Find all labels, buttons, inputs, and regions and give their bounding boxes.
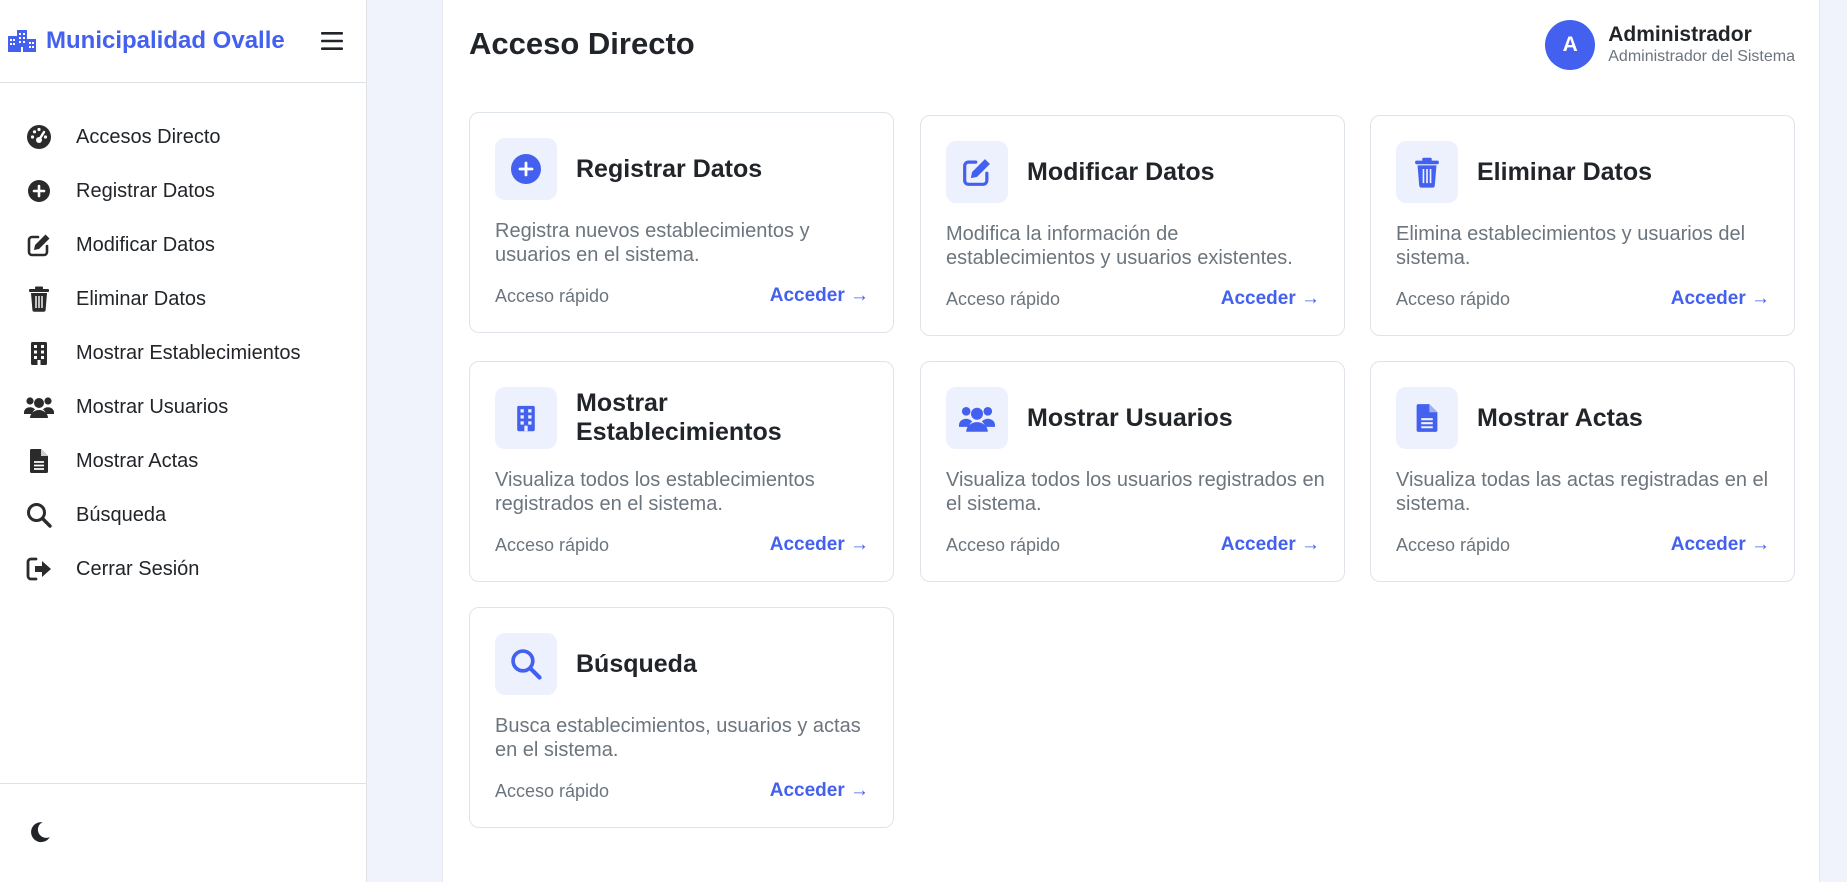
card-title: Mostrar Usuarios bbox=[1027, 403, 1233, 432]
card-registrar-datos[interactable]: Registrar Datos Registra nuevos establec… bbox=[469, 112, 894, 333]
acceder-link[interactable]: Acceder → bbox=[770, 285, 869, 307]
trash-icon bbox=[1396, 141, 1458, 203]
trash-icon bbox=[24, 284, 54, 314]
card-meta: Acceso rápido bbox=[1396, 288, 1511, 309]
card-footer: Acceso rápido Acceder → bbox=[946, 288, 1320, 310]
card-meta: Acceso rápido bbox=[946, 288, 1061, 309]
card-description: Modifica la información de establecimien… bbox=[946, 223, 1293, 269]
card-footer: Acceso rápido Acceder → bbox=[1396, 288, 1770, 310]
card-description: Visualiza todos los establecimientos reg… bbox=[495, 469, 815, 515]
sidebar-item-accesos-directo[interactable]: Accesos Directo bbox=[0, 110, 366, 164]
sidebar-item-label: Accesos Directo bbox=[76, 125, 221, 148]
card-description: Visualiza todas las actas registradas en… bbox=[1396, 469, 1769, 515]
brand-title[interactable]: Municipalidad Ovalle bbox=[46, 27, 320, 55]
card-mostrar-usuarios[interactable]: Mostrar Usuarios Visualiza todos los usu… bbox=[920, 361, 1345, 582]
sidebar-item-label: Registrar Datos bbox=[76, 179, 215, 202]
card-header: Mostrar Actas bbox=[1396, 387, 1767, 449]
users-icon bbox=[946, 387, 1008, 449]
card-footer: Acceso rápido Acceder → bbox=[495, 534, 869, 556]
dashboard-icon bbox=[24, 122, 54, 152]
card-footer: Acceso rápido Acceder → bbox=[1396, 534, 1770, 556]
menu-toggle-icon[interactable] bbox=[320, 29, 346, 53]
user-profile[interactable]: A Administrador Administrador del Sistem… bbox=[1545, 20, 1795, 70]
card-meta: Acceso rápido bbox=[495, 780, 610, 801]
card-footer: Acceso rápido Acceder → bbox=[946, 534, 1320, 556]
sidebar-item-eliminar-datos[interactable]: Eliminar Datos bbox=[0, 272, 366, 326]
sidebar-item-registrar-datos[interactable]: Registrar Datos bbox=[0, 164, 366, 218]
acceder-link[interactable]: Acceder → bbox=[1221, 534, 1320, 556]
card-header: Registrar Datos bbox=[495, 138, 866, 200]
building-icon bbox=[495, 387, 557, 449]
sidebar-item-cerrar-sesion[interactable]: Cerrar Sesión bbox=[0, 542, 366, 596]
card-meta: Acceso rápido bbox=[495, 285, 610, 306]
card-title: Eliminar Datos bbox=[1477, 157, 1653, 186]
card-header: Búsqueda bbox=[495, 633, 866, 695]
building-icon bbox=[8, 28, 38, 54]
search-icon bbox=[24, 500, 54, 530]
user-name: Administrador bbox=[1608, 23, 1752, 46]
card-title: Mostrar Establecimientos bbox=[576, 389, 782, 446]
card-header: Eliminar Datos bbox=[1396, 141, 1767, 203]
card-meta: Acceso rápido bbox=[946, 534, 1061, 555]
avatar[interactable]: A bbox=[1545, 20, 1596, 70]
file-icon bbox=[1396, 387, 1458, 449]
brand-header: Municipalidad Ovalle bbox=[0, 0, 366, 83]
acceder-link[interactable]: Acceder → bbox=[770, 534, 869, 556]
card-header: Mostrar Usuarios bbox=[946, 387, 1317, 449]
plus-circle-icon bbox=[495, 138, 557, 200]
card-header: Modificar Datos bbox=[946, 141, 1317, 203]
search-icon bbox=[495, 633, 557, 695]
plus-circle-icon bbox=[24, 176, 54, 206]
card-title: Mostrar Actas bbox=[1477, 403, 1643, 432]
card-eliminar-datos[interactable]: Eliminar Datos Elimina establecimientos … bbox=[1370, 115, 1795, 336]
sidebar-item-mostrar-establecimientos[interactable]: Mostrar Establecimientos bbox=[0, 326, 366, 380]
user-info: Administrador Administrador del Sistema bbox=[1608, 23, 1795, 67]
card-title: Búsqueda bbox=[576, 649, 697, 678]
file-icon bbox=[24, 446, 54, 476]
logout-icon bbox=[24, 554, 54, 584]
edit-icon bbox=[24, 230, 54, 260]
sidebar-item-modificar-datos[interactable]: Modificar Datos bbox=[0, 218, 366, 272]
card-title: Registrar Datos bbox=[576, 154, 763, 183]
moon-icon[interactable] bbox=[28, 820, 56, 848]
sidebar-item-label: Modificar Datos bbox=[76, 233, 215, 256]
main-panel: Acceso Directo A Administrador Administr… bbox=[442, 0, 1820, 882]
card-meta: Acceso rápido bbox=[1396, 534, 1511, 555]
sidebar-item-label: Mostrar Actas bbox=[76, 449, 199, 472]
sidebar-item-mostrar-usuarios[interactable]: Mostrar Usuarios bbox=[0, 380, 366, 434]
acceder-link[interactable]: Acceder → bbox=[1671, 534, 1770, 556]
acceder-link[interactable]: Acceder → bbox=[1221, 288, 1320, 310]
card-description: Registra nuevos establecimientos y usuar… bbox=[495, 220, 810, 266]
card-title: Modificar Datos bbox=[1027, 157, 1215, 186]
page-title: Acceso Directo bbox=[469, 26, 695, 61]
card-description: Elimina establecimientos y usuarios del … bbox=[1396, 223, 1746, 269]
sidebar-item-label: Mostrar Establecimientos bbox=[76, 341, 301, 364]
card-header: Mostrar Establecimientos bbox=[495, 387, 866, 449]
acceder-link[interactable]: Acceder → bbox=[1671, 288, 1770, 310]
card-mostrar-establecimientos[interactable]: Mostrar Establecimientos Visualiza todos… bbox=[469, 361, 894, 582]
sidebar-item-label: Cerrar Sesión bbox=[76, 557, 200, 580]
edit-icon bbox=[946, 141, 1008, 203]
card-busqueda[interactable]: Búsqueda Busca establecimientos, usuario… bbox=[469, 607, 894, 828]
users-icon bbox=[24, 392, 54, 422]
card-mostrar-actas[interactable]: Mostrar Actas Visualiza todas las actas … bbox=[1370, 361, 1795, 582]
building-icon bbox=[24, 338, 54, 368]
sidebar-item-label: Búsqueda bbox=[76, 503, 167, 526]
acceder-link[interactable]: Acceder → bbox=[770, 780, 869, 802]
sidebar-footer bbox=[0, 783, 366, 882]
card-description: Visualiza todos los usuarios registrados… bbox=[946, 469, 1325, 515]
sidebar-item-label: Mostrar Usuarios bbox=[76, 395, 229, 418]
card-footer: Acceso rápido Acceder → bbox=[495, 780, 869, 802]
sidebar-item-mostrar-actas[interactable]: Mostrar Actas bbox=[0, 434, 366, 488]
sidebar-item-busqueda[interactable]: Búsqueda bbox=[0, 488, 366, 542]
card-footer: Acceso rápido Acceder → bbox=[495, 285, 869, 307]
user-role: Administrador del Sistema bbox=[1608, 48, 1795, 65]
sidebar-item-label: Eliminar Datos bbox=[76, 287, 207, 310]
card-modificar-datos[interactable]: Modificar Datos Modifica la información … bbox=[920, 115, 1345, 336]
sidebar: Municipalidad Ovalle Accesos Directo Reg… bbox=[0, 0, 367, 882]
card-description: Busca establecimientos, usuarios y actas… bbox=[495, 715, 861, 761]
card-meta: Acceso rápido bbox=[495, 534, 610, 555]
sidebar-nav: Accesos Directo Registrar Datos Modifica… bbox=[0, 83, 366, 596]
